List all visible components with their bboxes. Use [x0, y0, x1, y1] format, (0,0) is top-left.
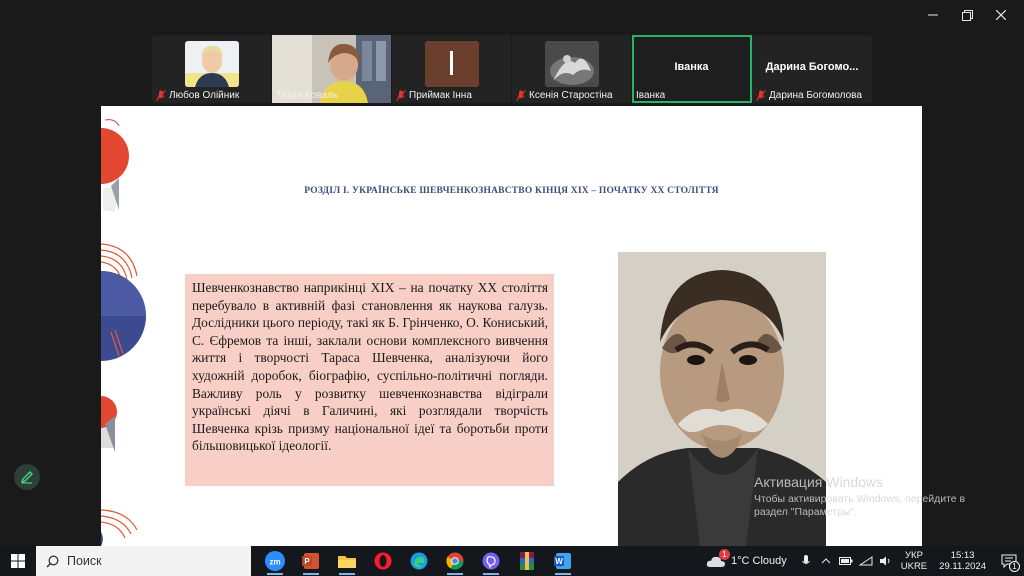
- weather-badge: 1: [718, 549, 730, 560]
- taskbar: Поиск zm P W 1 1°C Cloudy УКР UKRE 15:13…: [0, 546, 1024, 576]
- participant-tile[interactable]: Приймак Інна: [392, 35, 512, 103]
- edge-icon: [410, 552, 428, 570]
- annotate-button[interactable]: [14, 464, 40, 490]
- taskbar-app-opera[interactable]: [365, 546, 401, 576]
- close-icon: [996, 10, 1006, 20]
- network-icon[interactable]: [858, 554, 873, 568]
- participant-name: Ксенія Старостіна: [529, 90, 613, 101]
- slide-decoration: [101, 119, 146, 546]
- viber-icon: [482, 552, 500, 570]
- svg-text:zm: zm: [269, 558, 280, 567]
- activation-title: Активация Windows: [754, 474, 884, 490]
- window-controls: [916, 4, 1018, 26]
- search-icon: [46, 555, 59, 568]
- keyboard-layout: UKRE: [900, 561, 928, 572]
- participant-name: Іванка: [636, 90, 666, 101]
- weather-text: 1°C Cloudy: [730, 555, 787, 567]
- restore-icon: [961, 9, 973, 21]
- weather-widget[interactable]: 1 1°C Cloudy: [698, 549, 795, 568]
- activation-subtitle: Чтобы активировать Windows, перейдите в …: [754, 493, 966, 518]
- notifications-button[interactable]: 1: [994, 546, 1024, 576]
- word-icon: W: [554, 553, 571, 569]
- language-indicator[interactable]: УКР UKRE: [897, 550, 931, 572]
- file-explorer-icon: [338, 556, 356, 568]
- participant-name: Таісія Коваль: [276, 90, 339, 101]
- clock-time: 15:13: [950, 550, 975, 561]
- start-button[interactable]: [0, 546, 36, 576]
- taskbar-app-chrome[interactable]: [437, 546, 473, 576]
- taskbar-app-winrar[interactable]: [509, 546, 545, 576]
- windows-activation-watermark: Активация Windows Чтобы активировать Win…: [754, 474, 994, 519]
- taskbar-apps: zm P W: [257, 546, 581, 576]
- opera-icon: [374, 552, 392, 570]
- taskbar-search[interactable]: Поиск: [36, 546, 251, 576]
- mic-muted-icon: [156, 90, 166, 101]
- taskbar-app-powerpoint[interactable]: P: [293, 546, 329, 576]
- participant-name: Приймак Інна: [409, 90, 472, 101]
- battery-icon[interactable]: [838, 554, 853, 568]
- mic-muted-icon: [516, 90, 526, 101]
- participant-gallery: Любов Олійник Таісія Коваль Приймак Інна…: [152, 35, 872, 103]
- search-placeholder: Поиск: [67, 554, 102, 568]
- minimize-icon: [928, 14, 938, 16]
- zoom-icon: zm: [265, 551, 285, 571]
- participant-tile[interactable]: Таісія Коваль: [272, 35, 392, 103]
- taskbar-app-word[interactable]: W: [545, 546, 581, 576]
- slide-title: РОЗДІЛ І. УКРАЇНСЬКЕ ШЕВЧЕНКОЗНАВСТВО КІ…: [304, 186, 719, 196]
- restore-button[interactable]: [950, 4, 984, 26]
- clock-date: 29.11.2024: [939, 561, 986, 572]
- language-code: УКР: [905, 550, 923, 561]
- close-button[interactable]: [984, 4, 1018, 26]
- mic-muted-icon: [756, 90, 766, 101]
- participant-display-name: Дарина Богомо...: [765, 61, 859, 73]
- volume-icon[interactable]: [879, 554, 893, 568]
- participant-tile[interactable]: Дарина Богомо... Дарина Богомолова: [752, 35, 872, 103]
- pencil-icon: [20, 471, 33, 484]
- participant-tile[interactable]: Ксенія Старостіна: [512, 35, 632, 103]
- system-tray: 1 1°C Cloudy УКР UKRE 15:13 29.11.2024 1: [698, 546, 1024, 576]
- participant-tile-active-speaker[interactable]: Іванка Іванка: [632, 35, 752, 103]
- taskbar-app-zoom[interactable]: zm: [257, 546, 293, 576]
- participant-avatar: [424, 41, 479, 87]
- powerpoint-icon: P: [302, 553, 319, 569]
- participant-tile[interactable]: Любов Олійник: [152, 35, 272, 103]
- svg-text:P: P: [304, 557, 310, 566]
- chrome-icon: [446, 552, 464, 570]
- taskbar-app-edge[interactable]: [401, 546, 437, 576]
- tray-icons: [795, 554, 897, 568]
- windows-logo-icon: [11, 554, 25, 568]
- minimize-button[interactable]: [916, 4, 950, 26]
- slide-body-text: Шевченкознавство наприкінці ХІХ – на поч…: [185, 274, 554, 486]
- taskbar-app-file-explorer[interactable]: [329, 546, 365, 576]
- notification-count: 1: [1009, 561, 1020, 572]
- participant-video: [184, 41, 239, 87]
- participant-display-name: Іванка: [674, 61, 709, 73]
- participant-name: Дарина Богомолова: [769, 90, 862, 101]
- svg-text:W: W: [555, 557, 563, 566]
- clock[interactable]: 15:13 29.11.2024: [931, 550, 994, 572]
- participant-name: Любов Олійник: [169, 90, 240, 101]
- chevron-up-icon[interactable]: [819, 554, 833, 568]
- winrar-icon: [520, 552, 534, 570]
- participant-avatar: [544, 41, 599, 87]
- microphone-icon[interactable]: [799, 554, 813, 568]
- taskbar-app-viber[interactable]: [473, 546, 509, 576]
- mic-muted-icon: [396, 90, 406, 101]
